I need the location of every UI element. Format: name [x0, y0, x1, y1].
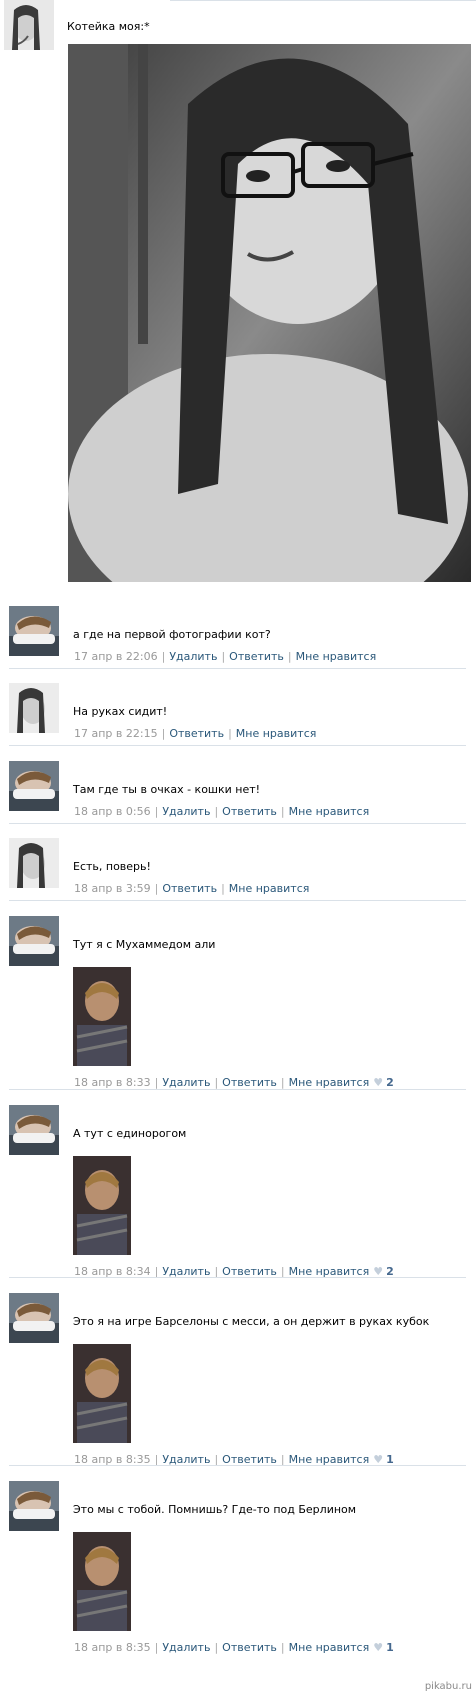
like-link[interactable]: Мне нравится — [296, 650, 377, 663]
separator: | — [214, 1641, 219, 1654]
separator: | — [161, 650, 166, 663]
separator: | — [221, 882, 225, 895]
comment-author-avatar[interactable] — [9, 1293, 59, 1343]
delete-link[interactable]: Удалить — [162, 1641, 210, 1654]
comment-divider — [9, 1089, 466, 1090]
separator: | — [154, 805, 159, 818]
reply-link[interactable]: Ответить — [162, 882, 217, 895]
comment-author-avatar[interactable] — [9, 916, 59, 966]
delete-link[interactable]: Удалить — [162, 805, 210, 818]
comment-text: На руках сидит! — [73, 705, 168, 718]
delete-link[interactable]: Удалить — [169, 650, 217, 663]
comment-text: А тут с единорогом — [73, 1127, 187, 1140]
separator: | — [280, 1076, 285, 1089]
comment-divider — [9, 668, 466, 669]
comment-meta: 18 апр в 3:59 | Ответить | Мне нравится — [74, 882, 309, 895]
like-count: 2 — [386, 1076, 394, 1089]
separator: | — [214, 805, 219, 818]
separator: | — [154, 1076, 159, 1089]
separator: | — [154, 1641, 159, 1654]
comment-date[interactable]: 18 апр в 0:56 — [74, 805, 151, 818]
comment-meta: 18 апр в 8:33 | Удалить | Ответить | Мне нрави… — [74, 1076, 394, 1089]
post-photo[interactable] — [68, 44, 471, 582]
comment-text: Это мы с тобой. Помнишь? Где-то под Берл… — [73, 1503, 357, 1516]
comment-text: Это я на игре Барселоны с месси, а он де… — [73, 1315, 430, 1328]
reply-link[interactable]: Ответить — [222, 1641, 277, 1654]
comment-date[interactable]: 18 апр в 8:35 — [74, 1641, 151, 1654]
heart-icon[interactable]: ♥ — [373, 1076, 383, 1089]
separator: | — [154, 882, 159, 895]
comment-date[interactable]: 17 апр в 22:06 — [74, 650, 158, 663]
comment-meta: 17 апр в 22:15 | Ответить | Мне нравится — [74, 727, 316, 740]
separator: | — [280, 1641, 285, 1654]
separator: | — [221, 650, 226, 663]
comment-date[interactable]: 18 апр в 3:59 — [74, 882, 151, 895]
comment-divider — [9, 823, 466, 824]
comment-divider — [9, 745, 466, 746]
reply-link[interactable]: Ответить — [229, 650, 284, 663]
top-border — [170, 0, 476, 1]
like-count: 1 — [386, 1641, 394, 1654]
post-text: Котейка моя:* — [67, 20, 150, 33]
comment-text: а где на первой фотографии кот? — [73, 628, 271, 641]
like-link[interactable]: Мне нравится — [289, 805, 370, 818]
comment-author-avatar[interactable] — [9, 683, 59, 733]
reply-link[interactable]: Ответить — [222, 1076, 277, 1089]
watermark: pikabu.ru — [424, 1681, 472, 1692]
like-link[interactable]: Мне нравится — [289, 1641, 370, 1654]
comment-text: Там где ты в очках - кошки нет! — [73, 783, 261, 796]
comment-divider — [9, 900, 466, 901]
comment-author-avatar[interactable] — [9, 1481, 59, 1531]
comment-divider — [9, 1465, 466, 1466]
separator: | — [214, 1076, 219, 1089]
separator: | — [287, 650, 292, 663]
comment-date[interactable]: 17 апр в 22:15 — [74, 727, 158, 740]
comment-divider — [9, 1277, 466, 1278]
like-link[interactable]: Мне нравится — [289, 1076, 370, 1089]
like-link[interactable]: Мне нравится — [236, 727, 317, 740]
comment-text: Тут я с Мухаммедом али — [73, 938, 216, 951]
comment-meta: 18 апр в 8:35 | Удалить | Ответить | Мне нрави… — [74, 1641, 394, 1654]
separator: | — [228, 727, 232, 740]
reply-link[interactable]: Ответить — [222, 805, 277, 818]
comment-author-avatar[interactable] — [9, 1105, 59, 1155]
comment-photo[interactable] — [73, 1344, 131, 1443]
separator: | — [280, 805, 285, 818]
comment-author-avatar[interactable] — [9, 838, 59, 888]
comment-meta: 18 апр в 0:56 | Удалить | Ответить | Мне нрави… — [74, 805, 369, 818]
separator: | — [161, 727, 166, 740]
reply-link[interactable]: Ответить — [169, 727, 224, 740]
comment-text: Есть, поверь! — [73, 860, 151, 873]
delete-link[interactable]: Удалить — [162, 1076, 210, 1089]
like-link[interactable]: Мне нравится — [229, 882, 310, 895]
comment-photo[interactable] — [73, 967, 131, 1066]
comment-photo[interactable] — [73, 1532, 131, 1631]
comment-date[interactable]: 18 апр в 8:33 — [74, 1076, 151, 1089]
comment-photo[interactable] — [73, 1156, 131, 1255]
comment-author-avatar[interactable] — [9, 761, 59, 811]
heart-icon[interactable]: ♥ — [373, 1641, 383, 1654]
comment-author-avatar[interactable] — [9, 606, 59, 656]
comment-meta: 17 апр в 22:06 | Удалить | Ответить | Мне нрав… — [74, 650, 376, 663]
post-author-avatar[interactable] — [4, 0, 54, 50]
